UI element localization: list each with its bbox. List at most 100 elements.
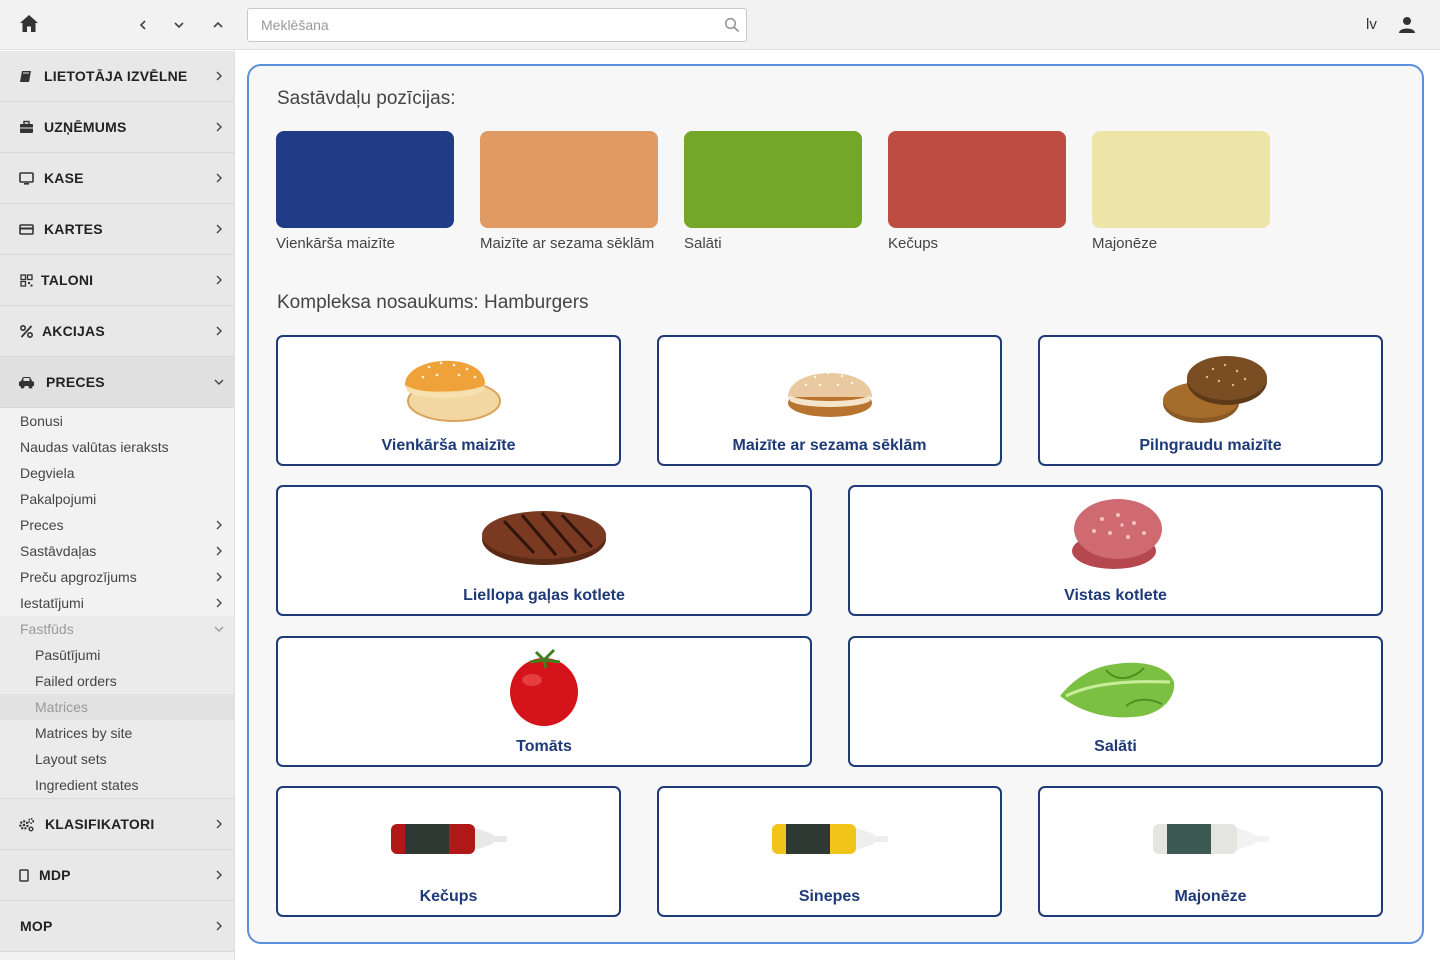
sidebar-item-label: KASE (44, 170, 84, 186)
chevron-up-icon[interactable] (208, 15, 228, 35)
position-swatch-majoneze[interactable] (1092, 131, 1270, 228)
position-swatch-kecups[interactable] (888, 131, 1066, 228)
sidebar-subitem-ingredient-states[interactable]: Ingredient states (0, 772, 234, 798)
sidebar-subitem-naudas-valutas-ieraksts[interactable]: Naudas valūtas ieraksts (0, 434, 234, 460)
position-swatch-sezama-maizite[interactable] (480, 131, 658, 228)
sidebar-subitem-fastfuds[interactable]: Fastfūds (0, 616, 234, 642)
subitem-label: Matrices by site (35, 725, 133, 741)
search-input[interactable] (248, 9, 718, 41)
chevron-right-icon (216, 921, 222, 931)
sidebar-subitem-precu-apgrozijums[interactable]: Preču apgrozījums (0, 564, 234, 590)
sidebar-subitem-failed-orders[interactable]: Failed orders (0, 668, 234, 694)
sidebar-item-label: KARTES (44, 221, 103, 237)
sidebar-item-kase[interactable]: KASE (0, 153, 234, 204)
sidebar-subitem-pakalpojumi[interactable]: Pakalpojumi (0, 486, 234, 512)
sidebar-subitem-iestatijumi[interactable]: Iestatījumi (0, 590, 234, 616)
subitem-label: Sastāvdaļas (20, 543, 97, 559)
subitem-label: Layout sets (35, 751, 107, 767)
chevron-right-icon (216, 819, 222, 829)
chevron-down-icon (214, 379, 224, 385)
ingredient-label: Maizīte ar sezama sēklām (732, 437, 927, 454)
ingredient-card-majoneze[interactable]: Majonēze (1038, 786, 1383, 917)
complex-title: Kompleksa nosaukums: Hamburgers (277, 292, 589, 313)
mayonnaise-bottle-icon (1152, 824, 1269, 854)
percent-icon (19, 324, 34, 339)
mustard-bottle-icon (771, 824, 888, 854)
chevron-right-icon (216, 224, 222, 234)
sidebar-item-uznemums[interactable]: UZŅĒMUMS (0, 102, 234, 153)
sidebar-item-akcijas[interactable]: AKCIJAS (0, 306, 234, 357)
sidebar-item-taloni[interactable]: TALONI (0, 255, 234, 306)
chicken-patty-icon (1071, 499, 1162, 569)
ingredient-label: Salāti (1094, 738, 1137, 755)
chevron-left-icon[interactable] (133, 15, 153, 35)
positions-title: Sastāvdaļu pozīcijas: (277, 88, 456, 109)
sidebar-item-klasifikatori[interactable]: KLASIFIKATORI (0, 799, 234, 850)
ingredient-card-vistas-kotlete[interactable]: Vistas kotlete (848, 485, 1383, 616)
position-label: Majonēze (1092, 235, 1158, 252)
subitem-label: Degviela (20, 465, 75, 481)
sidebar: LIETOTĀJA IZVĒLNE UZŅĒMUMS KASE KARTES T… (0, 51, 235, 960)
sidebar-subitem-preces[interactable]: Preces (0, 512, 234, 538)
ingredient-card-tomats[interactable]: Tomāts (276, 636, 812, 767)
home-icon[interactable] (18, 13, 40, 35)
sidebar-subitem-matrices-by-site[interactable]: Matrices by site (0, 720, 234, 746)
subitem-label: Preču apgrozījums (20, 569, 137, 585)
tomato-icon (510, 648, 578, 726)
ingredient-card-sinepes[interactable]: Sinepes (657, 786, 1002, 917)
subitem-label: Naudas valūtas ieraksts (20, 439, 169, 455)
sidebar-subitem-pasutijumi[interactable]: Pasūtījumi (0, 642, 234, 668)
ingredient-label: Pilngraudu maizīte (1139, 437, 1282, 454)
search-icon[interactable] (724, 17, 740, 33)
ingredient-card-sezama-maizite[interactable]: Maizīte ar sezama sēklām (657, 335, 1002, 466)
position-swatch-vienkarsa-maizite[interactable] (276, 131, 454, 228)
sidebar-subitem-sastavdalas[interactable]: Sastāvdaļas (0, 538, 234, 564)
plain-bun-icon (404, 360, 501, 422)
preces-submenu: Bonusi Naudas valūtas ieraksts Degviela … (0, 408, 234, 799)
matrix-panel: Sastāvdaļu pozīcijas: Vienkārša maizīte … (247, 64, 1424, 944)
fastfuds-submenu: Pasūtījumi Failed orders Matrices Matric… (0, 642, 234, 798)
sidebar-item-mop[interactable]: MOP (0, 901, 234, 952)
chevron-right-icon (216, 122, 222, 132)
sidebar-item-kartes[interactable]: KARTES (0, 204, 234, 255)
lettuce-icon (1059, 662, 1174, 718)
sidebar-item-label: TALONI (41, 272, 94, 288)
chevron-right-icon (216, 71, 222, 81)
subitem-label: Pasūtījumi (35, 647, 101, 663)
subitem-label: Ingredient states (35, 777, 139, 793)
ingredient-label: Kečups (419, 888, 478, 905)
top-bar: lv (0, 0, 1440, 50)
sidebar-subitem-matrices[interactable]: Matrices (0, 694, 234, 720)
chevron-down-icon[interactable] (169, 15, 189, 35)
ingredient-card-pilngraudu-maizite[interactable]: Pilngraudu maizīte (1038, 335, 1383, 466)
subitem-label: Preces (20, 517, 64, 533)
ketchup-bottle-icon (390, 824, 507, 854)
ingredient-card-liellopa-kotlete[interactable]: Liellopa gaļas kotlete (276, 485, 812, 616)
sidebar-item-label: MDP (39, 867, 71, 883)
sidebar-item-label: LIETOTĀJA IZVĒLNE (44, 68, 188, 84)
sidebar-item-preces[interactable]: PRECES (0, 357, 234, 408)
position-swatch-salati[interactable] (684, 131, 862, 228)
chevron-right-icon (216, 546, 222, 556)
sidebar-item-mdp[interactable]: MDP (0, 850, 234, 901)
ingredient-card-kecups[interactable]: Kečups (276, 786, 621, 917)
beef-patty-icon (482, 511, 606, 565)
sidebar-item-label: AKCIJAS (42, 323, 105, 339)
sidebar-item-lietotaja-izvelne[interactable]: LIETOTĀJA IZVĒLNE (0, 51, 234, 102)
chevron-right-icon (216, 326, 222, 336)
language-switch[interactable]: lv (1366, 16, 1377, 33)
subitem-label: Failed orders (35, 673, 117, 689)
user-icon[interactable] (1398, 16, 1416, 34)
position-label: Kečups (888, 235, 939, 252)
mobile-icon (19, 869, 29, 882)
sidebar-subitem-bonusi[interactable]: Bonusi (0, 408, 234, 434)
ingredient-card-vienkarsa-maizite[interactable]: Vienkārša maizīte (276, 335, 621, 466)
sidebar-subitem-layout-sets[interactable]: Layout sets (0, 746, 234, 772)
sidebar-subitem-degviela[interactable]: Degviela (0, 460, 234, 486)
chevron-down-icon (214, 626, 224, 632)
ingredient-card-salati[interactable]: Salāti (848, 636, 1383, 767)
subitem-label: Pakalpojumi (20, 491, 97, 507)
cogs-icon (19, 817, 35, 832)
sidebar-item-label: PRECES (46, 374, 105, 390)
chevron-right-icon (216, 173, 222, 183)
